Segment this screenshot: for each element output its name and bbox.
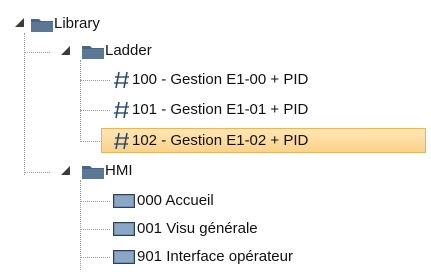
triangle-icon [61, 166, 70, 175]
tree-node-label: 100 - Gestion E1-00 + PID [132, 71, 309, 88]
tree-line [80, 60, 81, 142]
tree-node-label[interactable]: Ladder [103, 41, 154, 61]
tree-line [80, 110, 110, 111]
tree-node-label: 000 Accueil [137, 192, 214, 209]
tree-line [80, 201, 110, 202]
folder-icon [82, 166, 104, 179]
tree-node-label: 102 - Gestion E1-02 + PID [132, 132, 309, 149]
tree-line [80, 257, 110, 258]
expand-collapse-arrow[interactable] [61, 166, 70, 175]
tree-line [24, 52, 50, 53]
folder-icon [82, 46, 104, 59]
tree-node-label[interactable]: Library [52, 14, 102, 34]
tree-node-label: 001 Visu générale [137, 220, 258, 237]
ladder-icon [114, 132, 129, 150]
library-tree-view: Library Ladder 100 - Gestion E1-00 + PID… [0, 0, 431, 272]
expand-collapse-arrow[interactable] [61, 46, 70, 55]
tree-line [80, 229, 110, 230]
tree-line [24, 33, 25, 175]
expand-collapse-arrow[interactable] [15, 18, 24, 27]
triangle-icon [61, 46, 70, 55]
tree-node-label[interactable]: HMI [103, 161, 135, 181]
tree-line [80, 80, 110, 81]
tree-node-label: 901 Interface opérateur [137, 248, 293, 265]
screen-icon [113, 222, 135, 236]
tree-node-label: 101 - Gestion E1-01 + PID [132, 101, 309, 118]
folder-icon [31, 19, 53, 32]
tree-line [24, 172, 50, 173]
ladder-icon [114, 101, 129, 119]
screen-icon [113, 250, 135, 264]
triangle-icon [15, 18, 24, 27]
screen-icon [113, 194, 135, 208]
ladder-icon [114, 71, 129, 89]
